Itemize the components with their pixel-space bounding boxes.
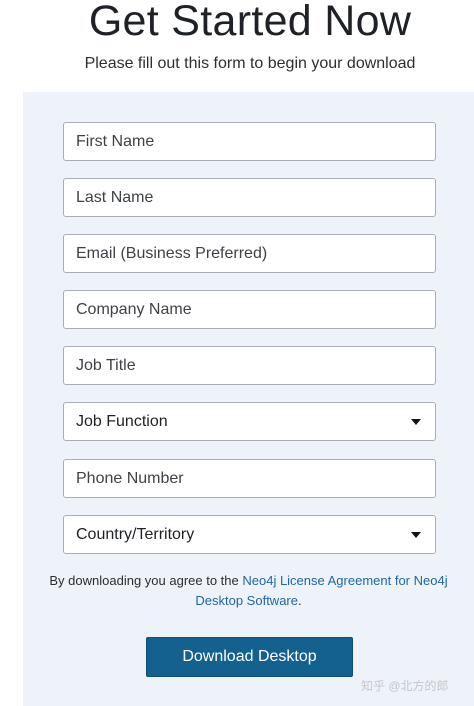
phone-number-input[interactable]	[63, 459, 436, 498]
agreement-prefix: By downloading you agree to the	[49, 573, 243, 588]
license-agreement-text: By downloading you agree to the Neo4j Li…	[46, 571, 451, 611]
dropdown-arrow-icon	[411, 531, 421, 538]
dropdown-arrow-icon	[411, 418, 421, 425]
email-input[interactable]	[63, 234, 436, 273]
first-name-input[interactable]	[63, 122, 436, 161]
agreement-suffix: .	[297, 593, 302, 608]
page-title: Get Started Now	[88, 0, 412, 45]
company-name-input[interactable]	[63, 290, 436, 329]
job-function-select[interactable]: Job Function	[63, 402, 436, 441]
watermark-text: 知乎 @北方的郎	[361, 679, 449, 693]
page-subtitle: Please fill out this form to begin your …	[84, 55, 416, 72]
country-selected-value: Country/Territory	[76, 525, 195, 543]
country-territory-select[interactable]: Country/Territory	[63, 515, 436, 554]
download-form-panel: Job Function Country/Territory By downlo…	[23, 92, 474, 706]
job-title-input[interactable]	[63, 346, 436, 385]
download-desktop-button[interactable]: Download Desktop	[146, 637, 353, 677]
last-name-input[interactable]	[63, 178, 436, 217]
job-function-selected-value: Job Function	[76, 412, 168, 430]
